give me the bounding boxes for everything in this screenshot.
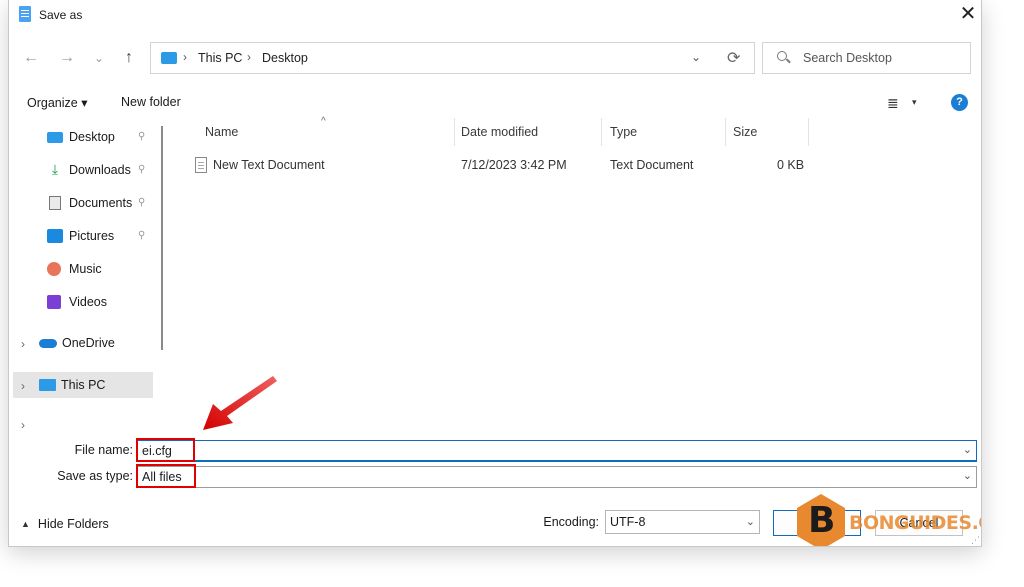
organize-button[interactable]: Organize ▾ xyxy=(27,95,87,110)
watermark-text: BONGUIDES.COM xyxy=(849,512,981,534)
sidebar-item-pictures[interactable]: Pictures xyxy=(47,225,114,247)
collapse-caret-icon: ▲ xyxy=(21,519,30,529)
search-input[interactable] xyxy=(803,51,963,65)
sidebar-item-label: Documents xyxy=(69,196,133,210)
column-header-size[interactable]: Size xyxy=(733,125,757,139)
cloud-icon xyxy=(39,338,57,348)
text-document-icon xyxy=(195,157,207,173)
column-divider[interactable] xyxy=(601,118,602,146)
column-header-date[interactable]: Date modified xyxy=(461,125,538,139)
recent-locations-icon[interactable]: ⌄ xyxy=(89,48,109,68)
column-header-type[interactable]: Type xyxy=(610,125,637,139)
sidebar-item-label: This PC xyxy=(61,378,106,392)
file-name-field[interactable]: ei.cfg ⌄ xyxy=(137,440,977,462)
encoding-dropdown-icon[interactable]: ⌄ xyxy=(746,515,755,528)
videos-icon xyxy=(47,295,61,309)
sidebar-item-downloads[interactable]: ⤓ Downloads xyxy=(47,159,131,181)
file-size-cell: 0 KB xyxy=(777,158,805,172)
breadcrumb-separator: › xyxy=(183,50,187,64)
file-name-cell[interactable]: New Text Document xyxy=(213,158,325,172)
file-type-cell: Text Document xyxy=(610,158,694,172)
sidebar-item-label: Desktop xyxy=(69,130,115,144)
title-bar: Save as ✕ xyxy=(9,0,981,30)
pin-icon: ⚲ xyxy=(138,197,146,208)
pin-icon: ⚲ xyxy=(138,230,146,241)
notepad-icon xyxy=(19,6,31,22)
search-box[interactable] xyxy=(762,42,971,74)
sidebar-item-desktop[interactable]: Desktop xyxy=(47,126,115,148)
watermark-logo-letter: B xyxy=(808,500,836,541)
desktop-icon xyxy=(47,131,63,143)
documents-icon xyxy=(49,196,61,210)
search-icon xyxy=(777,51,787,61)
highlight-box-file-name xyxy=(136,438,195,462)
expand-chevron-icon[interactable]: › xyxy=(21,379,25,393)
red-arrow-annotation xyxy=(203,376,277,430)
address-bar[interactable]: › This PC › Desktop ⌄ ⟳ xyxy=(150,42,755,74)
refresh-icon[interactable]: ⟳ xyxy=(727,48,740,68)
resize-grip-icon[interactable]: ⋰ xyxy=(971,535,980,546)
up-arrow-icon[interactable]: ↑ xyxy=(119,48,139,68)
window-title: Save as xyxy=(39,8,83,22)
column-divider[interactable] xyxy=(725,118,726,146)
nav-scrollbar[interactable] xyxy=(161,126,163,350)
download-icon: ⤓ xyxy=(51,161,59,177)
close-button[interactable]: ✕ xyxy=(957,4,979,26)
pictures-icon xyxy=(47,229,63,243)
new-folder-button[interactable]: New folder xyxy=(121,95,181,109)
view-dropdown-icon[interactable]: ▾ xyxy=(912,97,917,108)
sidebar-item-this-pc[interactable]: This PC xyxy=(39,374,105,396)
file-name-dropdown-icon[interactable]: ⌄ xyxy=(963,443,972,456)
sort-ascending-icon: ^ xyxy=(321,116,326,127)
help-icon[interactable]: ? xyxy=(951,94,968,111)
file-date-cell: 7/12/2023 3:42 PM xyxy=(461,158,567,172)
sidebar-item-label: Downloads xyxy=(69,163,131,177)
breadcrumb-this-pc[interactable]: This PC xyxy=(198,51,242,65)
view-options-icon[interactable]: ≣ xyxy=(887,95,899,112)
breadcrumb-separator: › xyxy=(247,50,251,64)
breadcrumb-desktop[interactable]: Desktop xyxy=(262,51,308,65)
encoding-value: UTF-8 xyxy=(610,515,646,529)
computer-icon xyxy=(161,52,177,64)
forward-arrow-icon[interactable]: → xyxy=(57,48,77,68)
sidebar-item-label: Pictures xyxy=(69,229,115,243)
sidebar-item-label: Music xyxy=(69,262,102,276)
file-name-label: File name: xyxy=(74,443,133,457)
sidebar-item-videos[interactable]: Videos xyxy=(47,291,107,313)
sidebar-item-onedrive[interactable]: OneDrive xyxy=(39,332,115,354)
column-divider[interactable] xyxy=(808,118,809,146)
column-divider[interactable] xyxy=(454,118,455,146)
sidebar-item-label: OneDrive xyxy=(62,336,115,350)
address-dropdown-icon[interactable]: ⌄ xyxy=(691,50,701,64)
music-icon xyxy=(47,262,61,276)
save-as-dialog: Save as ✕ ← → ⌄ ↑ › This PC › Desktop ⌄ … xyxy=(8,0,982,547)
sidebar-item-music[interactable]: Music xyxy=(47,258,102,280)
save-type-label: Save as type: xyxy=(57,469,133,483)
hide-folders-label: Hide Folders xyxy=(37,517,109,531)
pin-icon: ⚲ xyxy=(138,131,146,142)
hide-folders-button[interactable]: ▲ Hide Folders xyxy=(21,517,109,531)
save-type-dropdown-icon[interactable]: ⌄ xyxy=(963,469,972,482)
back-arrow-icon[interactable]: ← xyxy=(21,48,41,68)
sidebar-item-documents[interactable]: Documents xyxy=(47,192,132,214)
pin-icon: ⚲ xyxy=(138,164,146,175)
expand-chevron-icon[interactable]: › xyxy=(21,418,25,432)
encoding-select[interactable]: UTF-8 ⌄ xyxy=(605,510,760,534)
sidebar-item-label: Videos xyxy=(69,295,107,309)
highlight-box-save-type xyxy=(136,464,196,488)
computer-icon xyxy=(39,379,56,391)
expand-chevron-icon[interactable]: › xyxy=(21,337,25,351)
column-header-name[interactable]: Name xyxy=(205,125,238,139)
encoding-label: Encoding: xyxy=(543,515,599,529)
save-type-select[interactable]: All files ⌄ xyxy=(137,466,977,488)
